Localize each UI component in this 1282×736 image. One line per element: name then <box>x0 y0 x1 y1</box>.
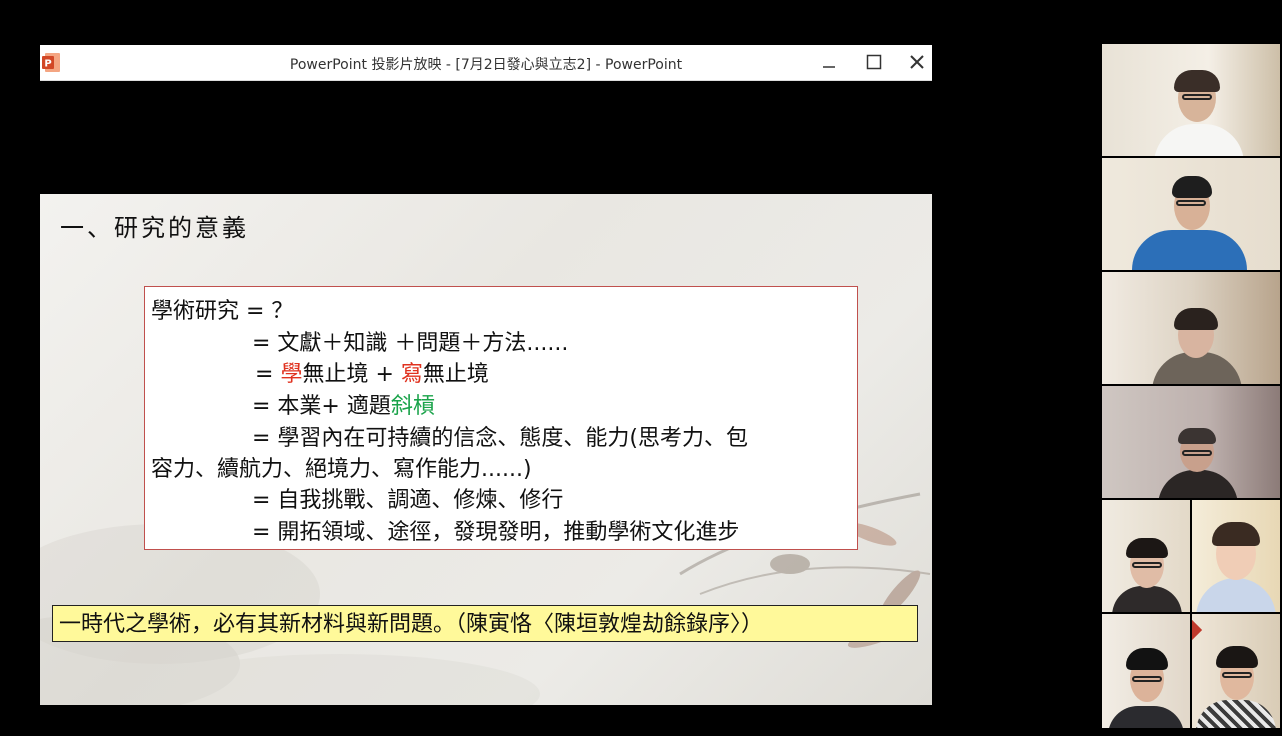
maximize-icon <box>866 54 882 70</box>
box-line: = 自我挑戰、調適、修煉、修行 <box>252 482 563 514</box>
window-title: PowerPoint 投影片放映 - [7月2日發心與立志2] - PowerP… <box>289 57 683 73</box>
video-tile[interactable] <box>1192 614 1280 728</box>
video-tile[interactable] <box>1102 386 1280 498</box>
fu-decoration-icon <box>1192 615 1203 645</box>
box-text: = 文獻＋知識 ＋問題＋方法...... <box>252 331 569 356</box>
minimize-button[interactable] <box>812 49 846 75</box>
video-gallery <box>1102 44 1280 728</box>
close-icon <box>910 55 924 69</box>
video-tile[interactable] <box>1102 614 1190 728</box>
box-text: = 自我挑戰、調適、修煉、修行 <box>252 488 564 513</box>
maximize-button[interactable] <box>857 49 891 75</box>
slide: 一、研究的意義 學術研究 = ？ = 文獻＋知識 ＋問題＋方法...... = … <box>40 194 932 705</box>
video-tile[interactable] <box>1102 44 1280 156</box>
highlighted-text: 寫 <box>400 362 423 387</box>
box-text: = 本業+ 適題 <box>252 394 391 419</box>
slide-title: 一、研究的意義 <box>60 214 249 242</box>
quote-box: 一時代之學術，必有其新材料與新問題。（陳寅恪〈陳垣敦煌劫餘錄序〉） <box>52 605 918 642</box>
box-line: = 開拓領域、途徑，發現發明，推動學術文化進步 <box>252 514 739 546</box>
box-text: = 開拓領域、途徑，發現發明，推動學術文化進步 <box>252 520 740 545</box>
box-line: = 文獻＋知識 ＋問題＋方法...... <box>252 325 568 357</box>
content-box: 學術研究 = ？ = 文獻＋知識 ＋問題＋方法...... = 學無止境 + 寫… <box>144 286 858 550</box>
highlighted-text: 學 <box>280 362 303 387</box>
minimize-icon <box>823 66 835 68</box>
box-line: = 學習內在可持續的信念、態度、能力(思考力、包 <box>252 420 748 452</box>
box-text: = 學習內在可持續的信念、態度、能力(思考力、包 <box>252 426 749 451</box>
close-button[interactable] <box>900 49 934 75</box>
powerpoint-titlebar: P PowerPoint 投影片放映 - [7月2日發心與立志2] - Powe… <box>40 45 932 81</box>
box-text: 無止境 <box>422 362 489 387</box>
highlighted-text: 斜槓 <box>390 394 435 419</box>
box-line: 容力、續航力、絕境力、寫作能力......) <box>151 451 532 483</box>
video-tile[interactable] <box>1102 272 1280 384</box>
video-tile[interactable] <box>1102 158 1280 270</box>
box-text: = <box>255 362 281 387</box>
box-line: = 本業+ 適題斜槓 <box>252 388 435 420</box>
video-tile[interactable] <box>1192 500 1280 612</box>
box-line: = 學無止境 + 寫無止境 <box>255 356 489 388</box>
video-tile[interactable] <box>1102 500 1190 612</box>
box-text: 容力、續航力、絕境力、寫作能力......) <box>151 457 532 482</box>
box-line: 學術研究 = ？ <box>151 293 293 325</box>
box-text: 無止境 + <box>302 362 401 387</box>
box-text: 學術研究 = ？ <box>151 299 294 324</box>
